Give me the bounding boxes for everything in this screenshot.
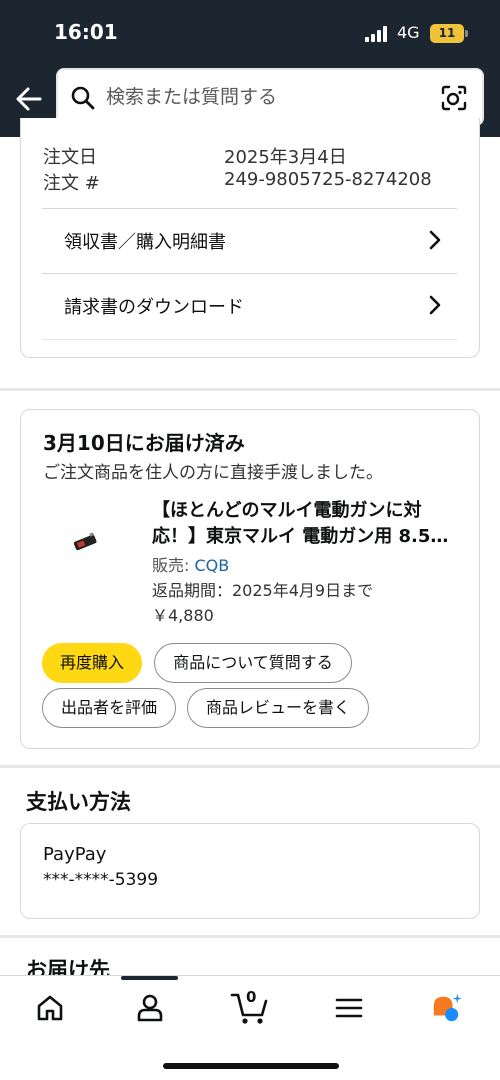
active-tab-indicator	[121, 976, 178, 980]
network-type: 4G	[397, 23, 420, 42]
app-header: 16:01 4G 11	[0, 0, 500, 137]
search-input[interactable]	[106, 82, 426, 112]
product-title-line2: 応！】東京マルイ 電動ガン用 8.5V ...	[152, 526, 452, 547]
battery-level: 11	[438, 26, 456, 40]
chevron-right-icon	[429, 295, 441, 315]
section-divider	[0, 935, 500, 938]
account-icon[interactable]	[134, 992, 166, 1024]
return-period: 返品期間：2025年4月9日まで	[152, 581, 374, 600]
invoice-download-label: 請求書のダウンロード	[64, 297, 244, 318]
ask-question-button[interactable]: 商品について質問する	[154, 643, 352, 683]
search-icon	[71, 86, 95, 110]
menu-icon[interactable]	[333, 992, 365, 1024]
order-number-value: 249-9805725-8274208	[224, 169, 432, 190]
order-date-label: 注文日	[43, 147, 97, 168]
product-title-link[interactable]: 【ほとんどのマルイ電動ガンに対 応！】東京マルイ 電動ガン用 8.5V ...	[152, 498, 452, 550]
assistant-icon[interactable]	[430, 992, 462, 1024]
section-divider	[0, 765, 500, 768]
invoice-download-link[interactable]: 請求書のダウンロード	[42, 273, 457, 337]
product-title-line1: 【ほとんどのマルイ電動ガンに対	[152, 500, 422, 521]
product-image[interactable]	[70, 530, 106, 554]
back-arrow-icon	[16, 87, 42, 111]
payment-masked-number: ***-****-5399	[43, 870, 159, 890]
receipt-link-label: 領収書／購入明細書	[64, 232, 226, 253]
home-indicator	[163, 1063, 339, 1069]
cart-button[interactable]: 0	[230, 988, 270, 1026]
battery-icon: 11	[430, 24, 468, 43]
order-date-value: 2025年3月4日	[224, 147, 347, 168]
payment-heading: 支払い方法	[26, 790, 131, 814]
product-price: ￥4,880	[152, 606, 214, 625]
divider	[42, 339, 457, 340]
write-review-button[interactable]: 商品レビューを書く	[187, 688, 369, 728]
seller-label: 販売:	[152, 556, 195, 575]
seller-link[interactable]: CQB	[194, 556, 229, 575]
seller-info: 販売: CQB	[152, 552, 229, 576]
back-button[interactable]	[12, 82, 46, 116]
status-time: 16:01	[54, 20, 118, 44]
cart-count: 0	[246, 988, 257, 1006]
payment-method: PayPay	[43, 844, 107, 865]
rate-seller-button[interactable]: 出品者を評価	[42, 688, 176, 728]
signal-icon	[365, 26, 391, 42]
home-icon[interactable]	[34, 992, 66, 1024]
receipt-link[interactable]: 領収書／購入明細書	[42, 208, 457, 272]
order-number-label: 注文 #	[43, 173, 100, 194]
chevron-right-icon	[429, 230, 441, 250]
delivery-status-title: 3月10日にお届け済み	[43, 431, 245, 455]
delivery-status-subtitle: ご注文商品を住人の方に直接手渡しました。	[43, 463, 383, 483]
buy-again-button[interactable]: 再度購入	[42, 643, 142, 683]
section-divider	[0, 388, 500, 391]
camera-search-icon[interactable]	[440, 84, 468, 112]
